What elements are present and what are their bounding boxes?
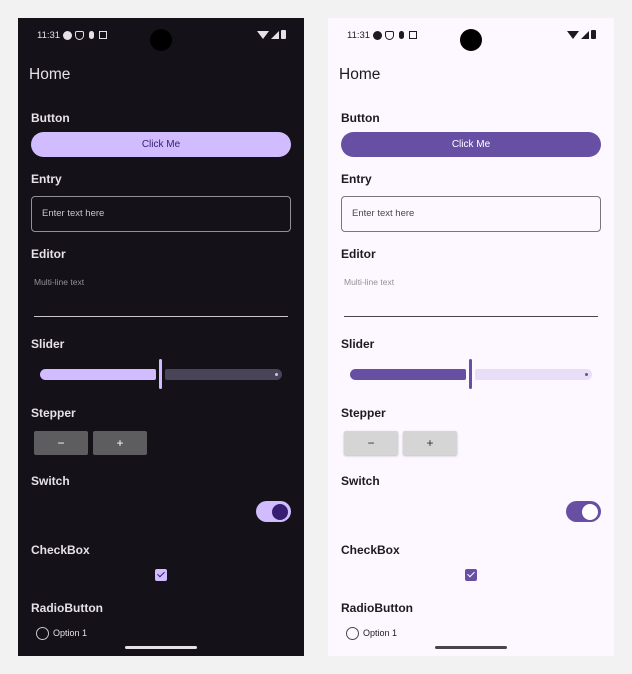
notification-icon: [373, 31, 382, 40]
gesture-nav-bar[interactable]: [125, 646, 197, 649]
toggle-switch[interactable]: [256, 501, 291, 522]
slider-end-dot: [585, 373, 588, 376]
wifi-icon: [257, 30, 269, 39]
editor-section-label: Editor: [341, 247, 376, 261]
checkbox[interactable]: [465, 569, 477, 581]
notification-icon: [63, 31, 72, 40]
wifi-icon: [567, 30, 579, 39]
entry-input[interactable]: Enter text here: [341, 196, 601, 232]
signal-icon: [271, 30, 279, 39]
shield-icon: [385, 31, 394, 40]
mic-icon: [399, 31, 404, 39]
button-section-label: Button: [341, 111, 380, 125]
slider-end-dot: [275, 373, 278, 376]
battery-icon: [591, 30, 596, 39]
stepper-minus-button[interactable]: −: [344, 431, 398, 455]
click-me-button[interactable]: Click Me: [31, 132, 291, 157]
radio-option-1-label: Option 1: [363, 628, 398, 638]
camera-cutout: [150, 29, 172, 51]
slider-section-label: Slider: [31, 337, 65, 351]
slider-inactive-track: [475, 369, 592, 380]
slider-active-track: [40, 369, 156, 380]
phone-dark: 11:31 Home Button Click Me Entry Enter t…: [18, 18, 304, 656]
phone-light: 11:31 Home Button Click Me Entry Enter t…: [328, 18, 614, 656]
switch-knob: [582, 503, 598, 520]
signal-icon: [581, 30, 589, 39]
slider[interactable]: [40, 359, 282, 389]
camera-cutout: [460, 29, 482, 51]
editor-textarea[interactable]: Multi-line text: [344, 272, 598, 317]
slider-thumb[interactable]: [159, 359, 162, 389]
radio-option-1-label: Option 1: [53, 628, 88, 638]
stepper-plus-button[interactable]: +: [93, 431, 147, 455]
slider-thumb[interactable]: [469, 359, 472, 389]
shield-icon: [75, 31, 84, 40]
entry-input[interactable]: Enter text here: [31, 196, 291, 232]
slider-section-label: Slider: [341, 337, 375, 351]
entry-section-label: Entry: [341, 172, 372, 186]
status-time: 11:31: [347, 30, 371, 41]
switch-knob: [272, 503, 288, 520]
stepper-minus-button[interactable]: −: [34, 431, 88, 455]
radio-section-label: RadioButton: [31, 601, 103, 615]
toggle-switch[interactable]: [566, 501, 601, 522]
stepper-section-label: Stepper: [31, 406, 76, 420]
radio-section-label: RadioButton: [341, 601, 413, 615]
slider-active-track: [350, 369, 466, 380]
checkbox-section-label: CheckBox: [341, 543, 400, 557]
slider-inactive-track: [165, 369, 282, 380]
battery-icon: [281, 30, 286, 39]
editor-section-label: Editor: [31, 247, 66, 261]
status-time: 11:31: [37, 30, 61, 41]
checkbox-section-label: CheckBox: [31, 543, 90, 557]
editor-textarea[interactable]: Multi-line text: [34, 272, 288, 317]
page-title: Home: [339, 66, 381, 83]
checkbox[interactable]: [155, 569, 167, 581]
entry-section-label: Entry: [31, 172, 62, 186]
page-title: Home: [29, 66, 71, 83]
gesture-nav-bar[interactable]: [435, 646, 507, 649]
radio-option-1[interactable]: [36, 627, 49, 640]
slider[interactable]: [350, 359, 592, 389]
click-me-button[interactable]: Click Me: [341, 132, 601, 157]
app-notification-icon: [409, 31, 417, 39]
stepper-section-label: Stepper: [341, 406, 386, 420]
app-notification-icon: [99, 31, 107, 39]
switch-section-label: Switch: [31, 474, 70, 488]
stepper-plus-button[interactable]: +: [403, 431, 457, 455]
radio-option-1[interactable]: [346, 627, 359, 640]
button-section-label: Button: [31, 111, 70, 125]
mic-icon: [89, 31, 94, 39]
switch-section-label: Switch: [341, 474, 380, 488]
